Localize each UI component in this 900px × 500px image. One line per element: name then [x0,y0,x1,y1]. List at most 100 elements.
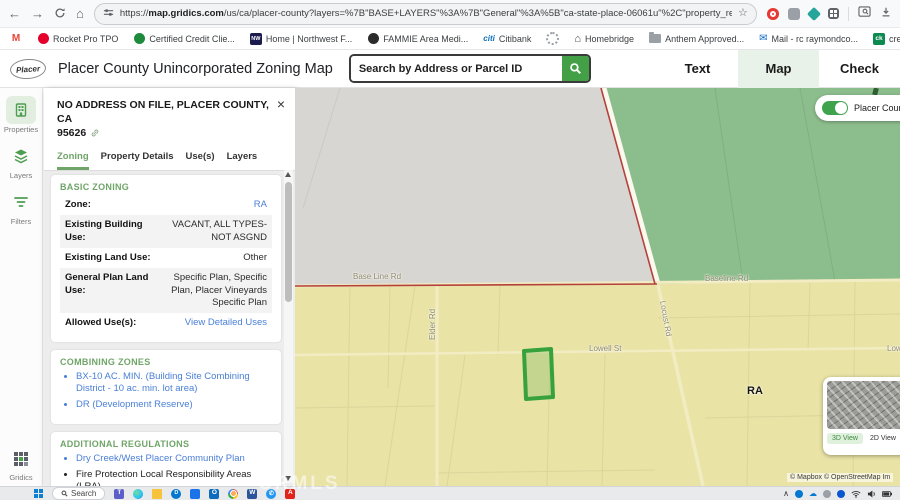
certified-credit-icon [133,33,145,45]
app-header: Placer Placer County Unincorporated Zoni… [0,50,900,88]
bookmark-mail[interactable]: ✉Mail - rc raymondco... [759,33,858,44]
sidebar-item-filters[interactable]: Filters [0,188,42,226]
system-tray: ∧ ☁ [783,490,900,498]
taskbar-search[interactable]: Search [52,487,105,500]
panel-title: NO ADDRESS ON FILE, PLACER COUNTY, CA 95… [57,98,269,141]
view-detailed-uses-link[interactable]: View Detailed Uses [156,317,267,329]
address-bar[interactable]: https://map.gridics.com/us/ca/placer-cou… [94,3,757,25]
diamond-extension-icon[interactable] [807,6,821,20]
gear-icon [546,32,559,45]
teams-icon[interactable]: T [114,489,124,499]
windows-start-icon[interactable] [34,489,43,498]
outlook-icon[interactable]: O [209,489,219,499]
bookmark-credit-karma[interactable]: ckcredit karma [873,33,900,45]
sidebar-item-gridics[interactable]: Gridics [0,451,42,482]
rocket-pro-icon [37,33,49,45]
search-icon [569,62,582,75]
zone-link[interactable]: RA [156,199,267,211]
file-explorer-icon[interactable] [152,489,162,499]
sidebar-item-properties[interactable]: Properties [0,96,42,134]
edge-icon[interactable] [133,489,143,499]
download-icon[interactable] [880,5,892,23]
bookmark-rocket-pro[interactable]: Rocket Pro TPO [37,33,118,45]
bookmark-misc[interactable] [546,32,559,45]
road-label: Lowell St [887,344,900,353]
existing-building-use-row: Existing Building Use:VACANT, ALL TYPES-… [60,215,272,248]
extension-icon[interactable] [788,8,800,20]
tray-app-icon[interactable] [823,490,831,498]
toggle-on-icon[interactable] [822,101,848,115]
wifi-icon[interactable] [851,490,861,498]
view-2d-button[interactable]: 2D View [870,435,896,442]
sidebar-rail: Properties Layers Filters Gridics [0,88,43,486]
tray-app-icon[interactable] [795,490,803,498]
scroll-up-icon[interactable] [285,172,291,177]
regulation-link[interactable]: Dry Creek/West Placer Community Plan [76,453,272,465]
gridics-grid-icon [13,451,29,472]
existing-land-use-row: Existing Land Use:Other [60,248,272,268]
side-search-icon[interactable] [858,5,871,23]
tab-text[interactable]: Text [657,50,738,88]
home-icon[interactable]: ⌂ [76,7,84,20]
folder-icon [649,34,661,43]
screen: ← → ⌂ https://map.gridics.com/us/ca/plac… [0,0,900,500]
regulation-item: Fire Protection Local Responsibility Are… [76,469,272,486]
layers-icon [6,142,36,170]
tray-app-icon[interactable] [837,490,845,498]
chrome-profile-icon[interactable] [228,489,238,499]
app-icon[interactable] [190,489,200,499]
close-icon[interactable]: × [277,97,285,111]
phone-icon[interactable]: ✆ [266,489,276,499]
forward-icon[interactable]: → [31,7,44,20]
section-basic-zoning: BASIC ZONING Zone:RA Existing Building U… [51,175,281,342]
chevron-up-icon[interactable]: ∧ [783,490,789,498]
word-icon[interactable]: W [247,489,257,499]
scrollbar-thumb[interactable] [285,182,292,302]
volume-icon[interactable] [867,490,876,498]
bookmark-star-icon[interactable]: ☆ [738,8,748,19]
battery-icon[interactable] [882,491,892,497]
acrobat-icon[interactable]: A [285,489,295,499]
road-label: Lowell St [589,344,621,353]
zoning-map[interactable]: Base Line Rd Baseline Rd Elder Rd Locust… [295,88,900,486]
view-3d-button[interactable]: 3D View [827,433,863,444]
bookmark-fammie[interactable]: FAMMIE Area Medi... [367,33,468,45]
onedrive-icon[interactable]: ☁ [809,490,817,498]
tab-map[interactable]: Map [738,50,819,88]
selected-parcel[interactable] [524,349,553,399]
section-additional-regulations: ADDITIONAL REGULATIONS Dry Creek/West Pl… [51,432,281,486]
tab-check[interactable]: Check [819,50,900,88]
refresh-icon[interactable] [54,7,66,21]
bookmark-anthem-folder[interactable]: Anthem Approved... [649,34,744,44]
page-title: Placer County Unincorporated Zoning Map [58,61,333,77]
search-input[interactable] [351,56,562,81]
back-icon[interactable]: ← [8,7,21,20]
bookmark-northwest[interactable]: NWHome | Northwest F... [250,33,352,45]
grid-extension-icon[interactable] [828,8,839,19]
panel-scrollbar[interactable] [284,170,293,483]
building-icon [6,96,36,124]
zone-label-ra: RA [747,385,763,397]
scroll-down-icon[interactable] [285,476,291,481]
satellite-preview[interactable] [827,381,900,429]
dell-icon[interactable]: D [171,489,181,499]
bookmark-homebridge[interactable]: ⌂Homebridge [574,33,634,45]
bookmarks-bar: M Rocket Pro TPO Certified Credit Clie..… [0,28,900,50]
opera-extension-icon[interactable] [767,8,779,20]
search-button[interactable] [562,56,589,81]
combining-zone-link[interactable]: DR (Development Reserve) [76,399,272,411]
combining-zone-link[interactable]: BX-10 AC. MIN. (Building Site Combining … [76,371,272,396]
gmail-icon: M [10,33,22,45]
parcel-search [349,54,591,83]
bookmark-gmail[interactable]: M [10,33,22,45]
section-combining-zones: COMBINING ZONES BX-10 AC. MIN. (Building… [51,350,281,424]
fammie-icon [367,33,379,45]
sidebar-item-layers[interactable]: Layers [0,142,42,180]
site-settings-icon[interactable] [103,5,114,23]
link-icon[interactable] [90,128,100,138]
general-plan-row: General Plan Land Use:Specific Plan, Spe… [60,268,272,313]
road-label: Baseline Rd [705,274,748,283]
bookmark-citibank[interactable]: citiCitibank [483,34,531,44]
layer-toggle[interactable]: Placer Count [815,95,900,121]
bookmark-certified-credit[interactable]: Certified Credit Clie... [133,33,235,45]
